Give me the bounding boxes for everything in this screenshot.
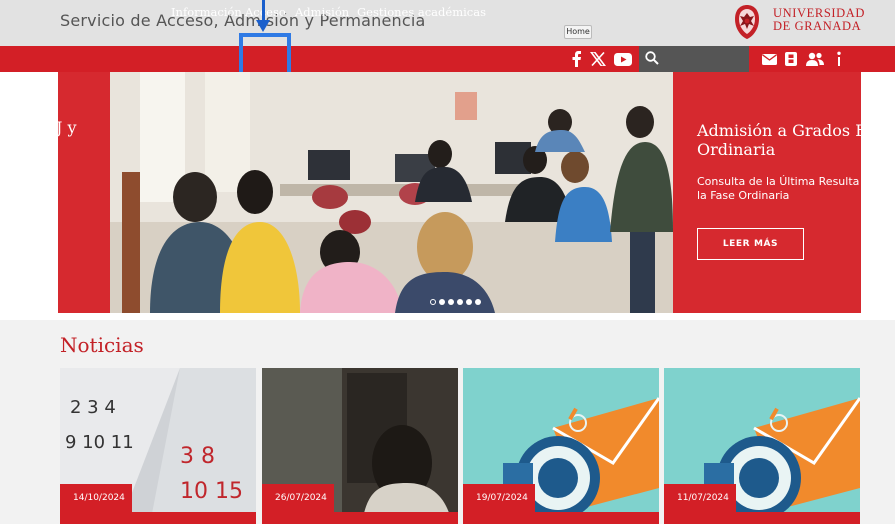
search-icon[interactable] bbox=[645, 51, 659, 65]
nav-item-gestiones-academicas[interactable]: Gestiones académicas bbox=[357, 5, 486, 19]
slide-dot-2[interactable] bbox=[439, 299, 445, 305]
svg-text:9 10 11: 9 10 11 bbox=[65, 432, 134, 453]
news-card-footer bbox=[262, 512, 458, 524]
info-icon[interactable] bbox=[835, 51, 843, 67]
x-icon[interactable] bbox=[590, 52, 606, 66]
news-card-footer bbox=[60, 512, 256, 524]
mail-icon[interactable] bbox=[762, 53, 777, 65]
svg-text:2 3 4: 2 3 4 bbox=[70, 397, 116, 418]
home-tooltip: Home bbox=[564, 25, 592, 39]
slide-title-line1: Admisión a Grados F bbox=[697, 121, 861, 140]
youtube-icon[interactable] bbox=[614, 52, 632, 66]
news-date: 19/07/2024 bbox=[463, 484, 535, 512]
slide-title-line2: Ordinaria bbox=[697, 140, 776, 159]
hero-photo-students bbox=[110, 72, 673, 313]
slide-subtitle-line1: Consulta de la Última Resulta bbox=[697, 175, 860, 188]
nav-item-informacion[interactable]: Información bbox=[171, 5, 242, 19]
social-links bbox=[570, 50, 632, 68]
main-navigation bbox=[0, 46, 895, 72]
slide-subtitle: Consulta de la Última Resulta la Fase Or… bbox=[697, 175, 859, 203]
facebook-icon[interactable] bbox=[570, 51, 582, 67]
slide-dot-1[interactable] bbox=[430, 299, 436, 305]
slide-title[interactable]: Admisión a Grados F Ordinaria bbox=[697, 121, 861, 159]
svg-text:10 15: 10 15 bbox=[180, 479, 243, 504]
news-heading: Noticias bbox=[60, 333, 144, 357]
slide-dot-4[interactable] bbox=[457, 299, 463, 305]
university-name[interactable]: UNIVERSIDAD DE GRANADA bbox=[773, 7, 865, 32]
users-icon[interactable] bbox=[805, 52, 825, 66]
university-name-line2: DE GRANADA bbox=[773, 18, 862, 33]
news-date: 26/07/2024 bbox=[262, 484, 334, 512]
university-crest-icon[interactable] bbox=[733, 4, 761, 40]
slide-subtitle-line2: la Fase Ordinaria bbox=[697, 189, 790, 202]
svg-text:3 8: 3 8 bbox=[180, 444, 215, 469]
news-date: 11/07/2024 bbox=[664, 484, 736, 512]
news-card[interactable]: 2 3 4 9 10 11 3 8 10 15 14/10/2024 bbox=[60, 368, 256, 524]
slide-dot-6[interactable] bbox=[475, 299, 481, 305]
news-card-footer bbox=[463, 512, 659, 524]
previous-slide-text: J y bbox=[56, 118, 77, 137]
news-card[interactable]: 26/07/2024 bbox=[262, 368, 458, 524]
leer-mas-button[interactable]: LEER MÁS bbox=[697, 228, 804, 260]
previous-slide-peek[interactable] bbox=[58, 72, 110, 313]
active-slide-panel: Admisión a Grados F Ordinaria Consulta d… bbox=[673, 72, 861, 313]
nav-item-admision[interactable]: Admisión bbox=[295, 5, 349, 19]
slide-dot-3[interactable] bbox=[448, 299, 454, 305]
news-card-footer bbox=[664, 512, 860, 524]
contact-card-icon[interactable] bbox=[785, 52, 797, 66]
news-date: 14/10/2024 bbox=[60, 484, 132, 512]
news-card[interactable]: 19/07/2024 bbox=[463, 368, 659, 524]
annotation-arrowhead bbox=[256, 20, 270, 32]
news-card[interactable]: 11/07/2024 bbox=[664, 368, 860, 524]
utility-toolbar bbox=[762, 50, 843, 68]
university-name-line1: UNIVERSIDAD bbox=[773, 6, 866, 20]
nav-item-acceso[interactable]: Acceso bbox=[245, 5, 286, 19]
slider-pagination bbox=[430, 299, 481, 305]
slide-dot-5[interactable] bbox=[466, 299, 472, 305]
